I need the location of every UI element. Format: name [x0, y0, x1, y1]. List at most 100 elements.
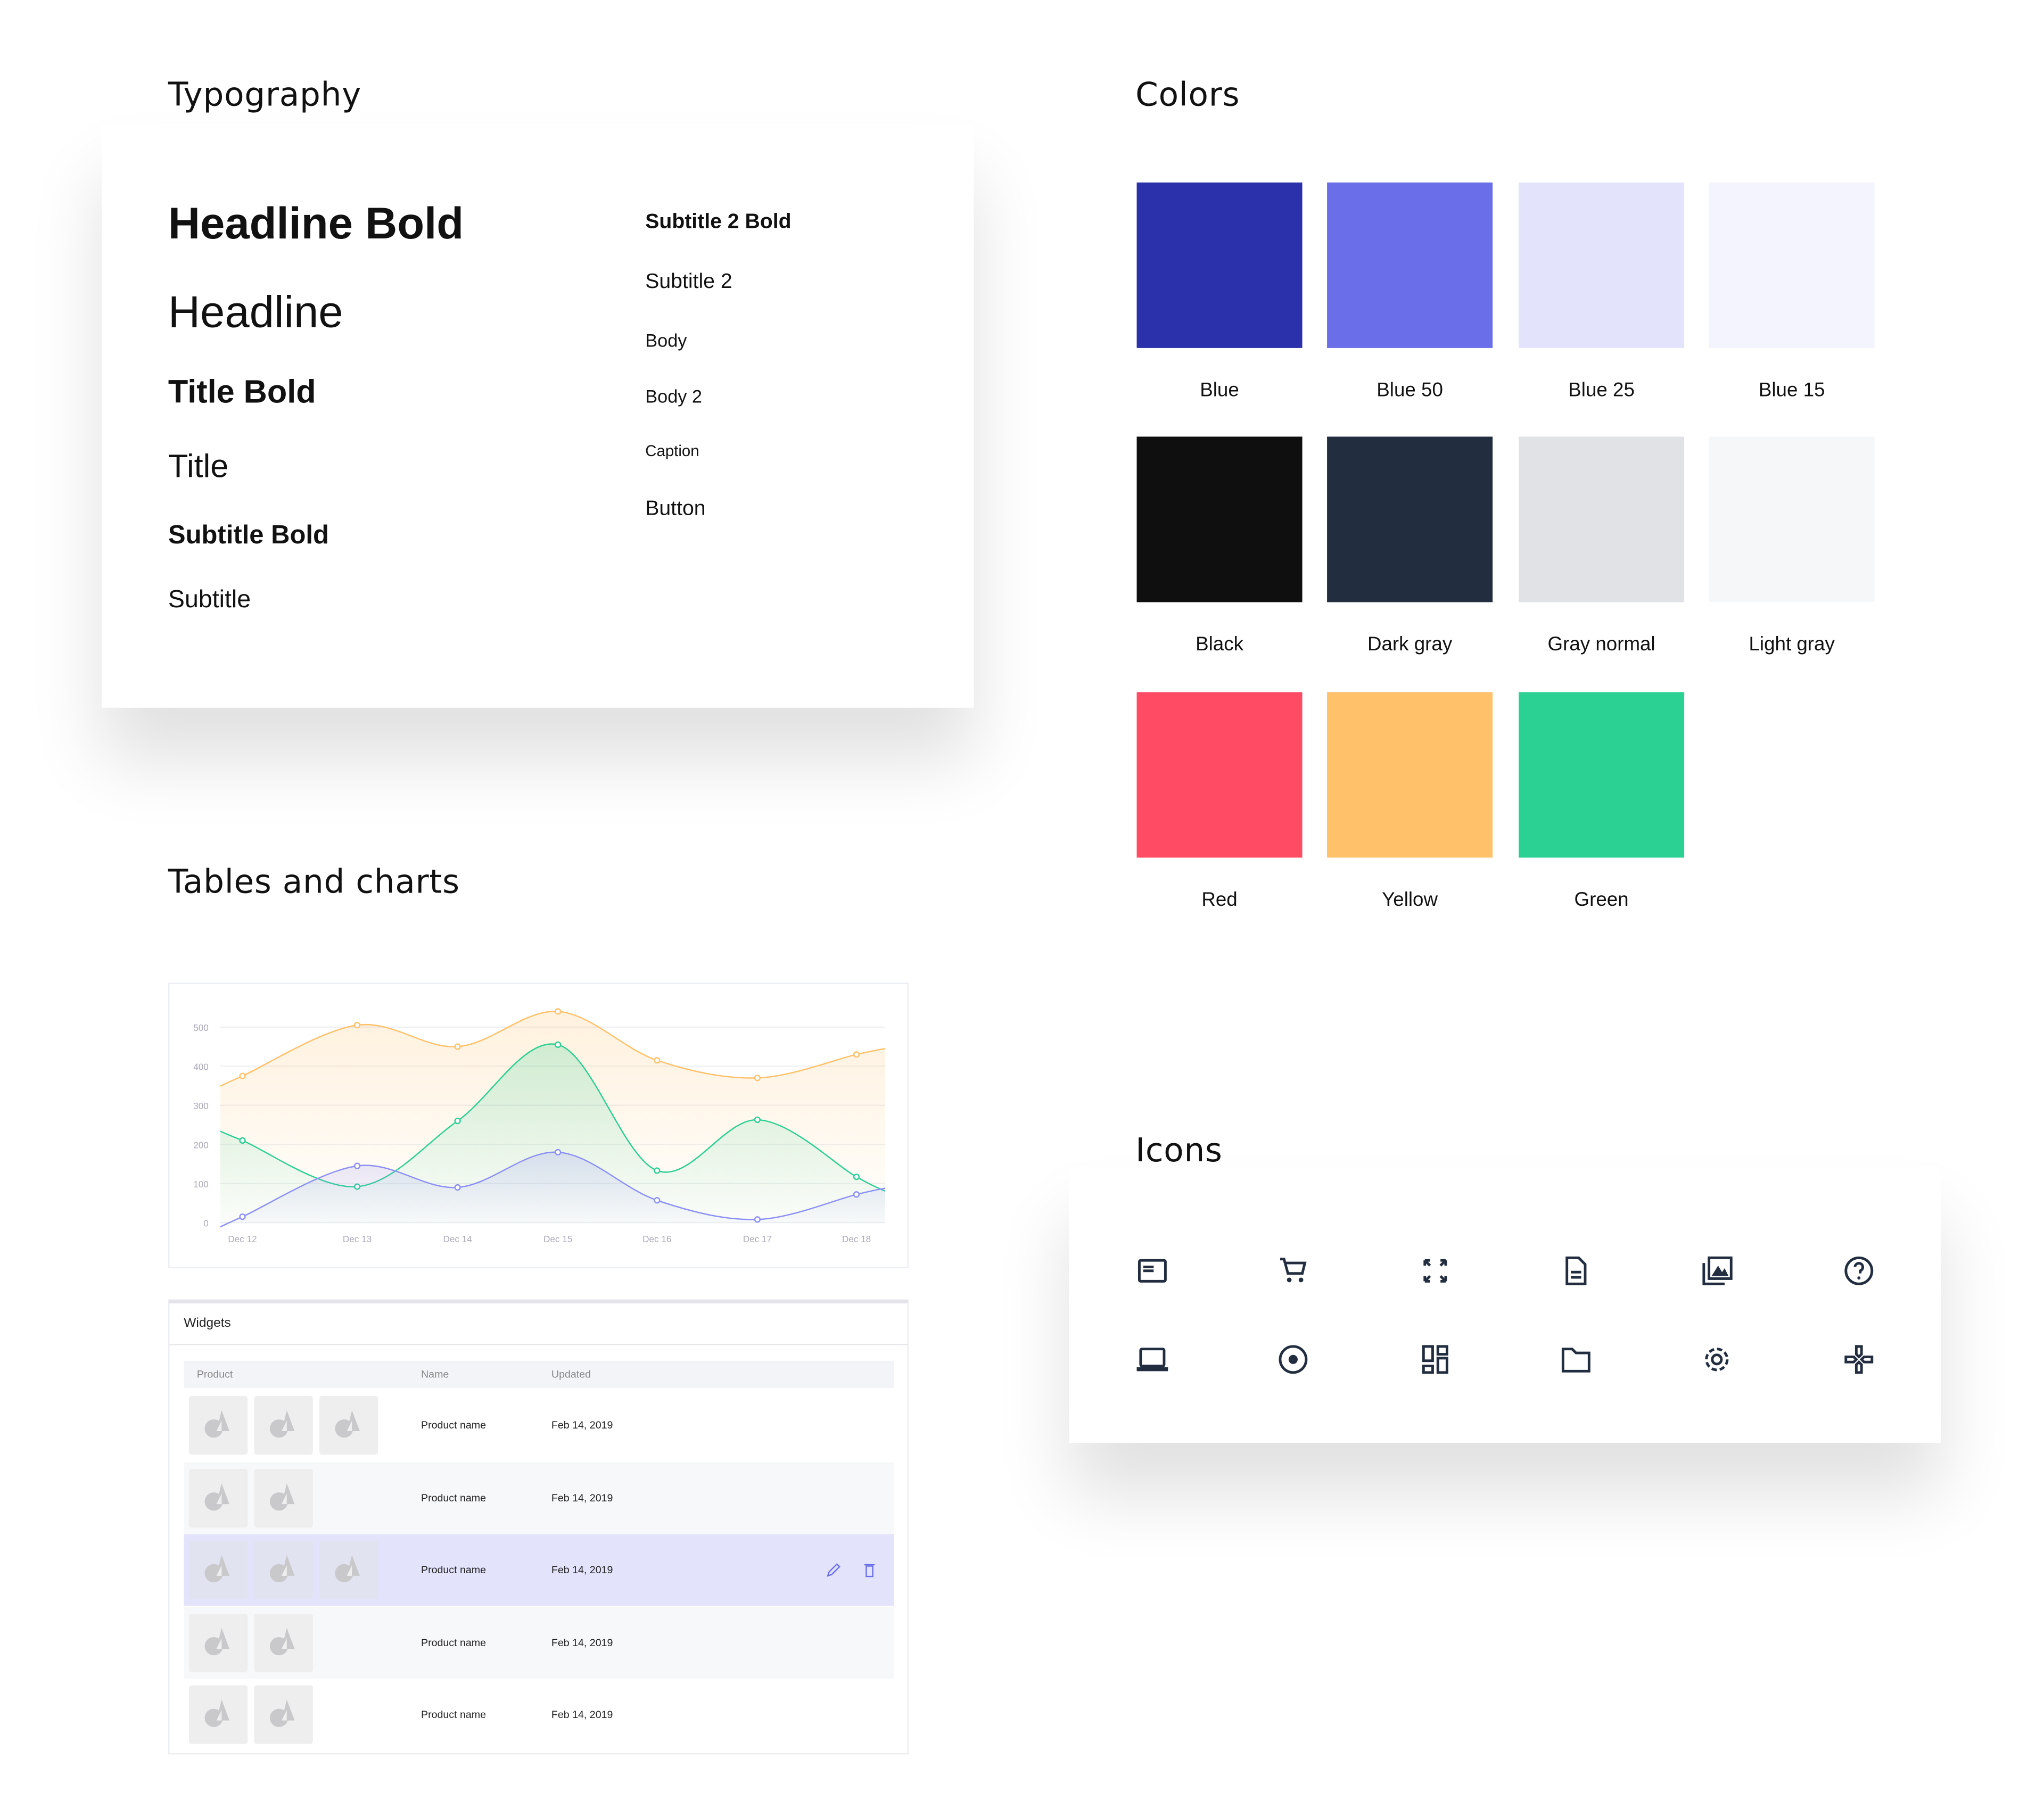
- data-point[interactable]: [555, 1041, 562, 1048]
- gamepad-icon[interactable]: [1842, 1342, 1876, 1376]
- table-row[interactable]: Product name Feb 14, 2019: [184, 1606, 895, 1679]
- image-library-icon[interactable]: [1700, 1254, 1734, 1288]
- document-icon[interactable]: [1559, 1254, 1593, 1288]
- color-swatch-blue-25: [1519, 182, 1685, 348]
- data-point[interactable]: [754, 1216, 761, 1223]
- data-point[interactable]: [353, 1162, 361, 1169]
- data-point[interactable]: [853, 1191, 860, 1198]
- x-tick-label: Dec 14: [443, 1234, 472, 1244]
- color-swatch-label: Yellow: [1382, 889, 1438, 911]
- product-thumbnail: [189, 1395, 248, 1455]
- subtitle2-sample: Subtitle 2: [645, 271, 732, 294]
- button-sample: Button: [645, 498, 706, 521]
- updated-date: Feb 14, 2019: [551, 1636, 613, 1648]
- settings-icon[interactable]: [1700, 1342, 1734, 1376]
- fullscreen-icon[interactable]: [1419, 1254, 1453, 1288]
- folder-icon[interactable]: [1559, 1342, 1593, 1376]
- product-thumbnail: [254, 1613, 313, 1672]
- subtitle-bold-sample: Subtitle Bold: [168, 521, 329, 550]
- color-swatch-label: Blue 50: [1377, 379, 1443, 402]
- data-point[interactable]: [239, 1213, 246, 1220]
- title-sample: Title: [168, 448, 229, 485]
- y-tick-label: 100: [193, 1179, 209, 1190]
- data-point[interactable]: [353, 1022, 361, 1029]
- body-sample: Body: [645, 329, 687, 351]
- color-swatch-black: [1136, 436, 1303, 602]
- color-swatch-gray-normal: [1519, 436, 1685, 602]
- colors-title: Colors: [1135, 76, 1240, 114]
- table-row[interactable]: Product name Feb 14, 2019: [184, 1389, 895, 1461]
- data-point[interactable]: [239, 1137, 246, 1144]
- updated-date: Feb 14, 2019: [551, 1491, 613, 1504]
- data-point[interactable]: [654, 1167, 661, 1174]
- color-swatch-dark-gray: [1327, 436, 1493, 602]
- delete-icon[interactable]: [863, 1562, 876, 1585]
- product-thumbnail: [254, 1468, 313, 1527]
- caption-sample: Caption: [645, 442, 699, 460]
- color-swatch-label: Light gray: [1749, 633, 1835, 656]
- typography-title: Typography: [168, 76, 362, 114]
- color-swatch-green: [1519, 692, 1685, 858]
- headline-bold-sample: Headline Bold: [168, 199, 464, 249]
- color-swatch-label: Blue 15: [1758, 379, 1825, 402]
- laptop-icon[interactable]: [1135, 1342, 1169, 1376]
- column-name[interactable]: Name: [421, 1368, 449, 1380]
- updated-date: Feb 14, 2019: [551, 1419, 613, 1432]
- color-swatch-label: Black: [1196, 633, 1243, 656]
- color-swatch-label: Blue 25: [1568, 379, 1635, 402]
- data-point[interactable]: [754, 1116, 761, 1124]
- column-updated[interactable]: Updated: [551, 1368, 591, 1380]
- data-point[interactable]: [454, 1043, 461, 1050]
- column-product[interactable]: Product: [197, 1368, 233, 1380]
- product-thumbnail: [254, 1685, 313, 1744]
- chart-card: 0 100 200 300 400 500 Dec 12 Dec 13 Dec 14 Dec 15…: [168, 982, 909, 1268]
- data-point[interactable]: [239, 1072, 246, 1079]
- subtitle2-bold-sample: Subtitle 2 Bold: [645, 211, 792, 234]
- product-thumbnail: [189, 1468, 248, 1527]
- data-point[interactable]: [454, 1184, 461, 1191]
- data-point[interactable]: [555, 1008, 562, 1015]
- product-name: Product name: [421, 1419, 487, 1432]
- x-tick-label: Dec 15: [543, 1234, 572, 1244]
- data-point[interactable]: [654, 1197, 661, 1204]
- data-point[interactable]: [555, 1149, 562, 1156]
- data-point[interactable]: [654, 1057, 661, 1064]
- radio-icon[interactable]: [1276, 1342, 1311, 1376]
- table-row[interactable]: Product name Feb 14, 2019: [184, 1461, 895, 1534]
- table-row[interactable]: Product name Feb 14, 2019: [184, 1534, 895, 1606]
- color-swatch-label: Dark gray: [1367, 633, 1453, 656]
- color-swatch-blue-50: [1327, 182, 1493, 348]
- x-tick-label: Dec 17: [743, 1234, 772, 1244]
- help-icon[interactable]: [1842, 1254, 1876, 1288]
- x-tick-label: Dec 12: [228, 1234, 257, 1244]
- updated-date: Feb 14, 2019: [551, 1708, 613, 1721]
- color-swatch-label: Gray normal: [1547, 633, 1655, 656]
- data-point[interactable]: [754, 1075, 761, 1081]
- data-point[interactable]: [853, 1174, 860, 1180]
- widgets-table-card: Widgets Product Name Updated Product nam…: [168, 1299, 909, 1755]
- y-tick-label: 500: [193, 1022, 209, 1033]
- product-thumbnail: [319, 1395, 378, 1455]
- data-point[interactable]: [853, 1051, 860, 1058]
- table-row[interactable]: Product name Feb 14, 2019: [184, 1679, 895, 1751]
- card-icon[interactable]: [1135, 1254, 1169, 1288]
- color-swatch-red: [1136, 692, 1303, 858]
- cart-icon[interactable]: [1276, 1254, 1311, 1288]
- y-tick-label: 400: [193, 1062, 209, 1072]
- product-name: Product name: [421, 1564, 487, 1576]
- widgets-title: Widgets: [184, 1316, 231, 1331]
- color-swatch-label: Blue: [1200, 379, 1239, 402]
- x-tick-label: Dec 18: [842, 1234, 871, 1244]
- product-thumbnail: [189, 1613, 248, 1672]
- color-swatch-label: Green: [1574, 889, 1629, 911]
- product-name: Product name: [421, 1708, 487, 1721]
- edit-icon[interactable]: [825, 1562, 840, 1585]
- product-thumbnail: [254, 1540, 313, 1599]
- dashboard-icon[interactable]: [1419, 1342, 1453, 1376]
- data-point[interactable]: [454, 1118, 461, 1125]
- y-tick-label: 0: [203, 1218, 209, 1229]
- y-tick-label: 300: [193, 1101, 209, 1111]
- icons-card: [1069, 1166, 1941, 1443]
- product-thumbnail: [189, 1685, 248, 1744]
- icons-title: Icons: [1135, 1131, 1223, 1169]
